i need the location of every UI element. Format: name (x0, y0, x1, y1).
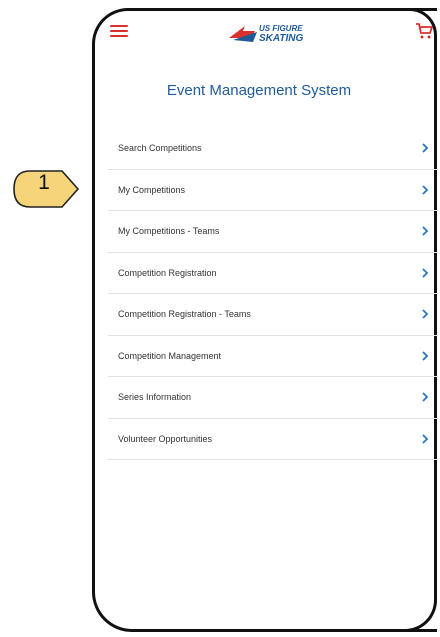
menu-item-competition-registration-teams[interactable]: Competition Registration - Teams (108, 294, 438, 336)
chevron-right-icon (422, 309, 429, 319)
page-title: Event Management System (166, 82, 352, 99)
annotation-number: 1 (38, 171, 50, 194)
logo-text-line1: US FIGURE (259, 24, 303, 33)
logo-text-line2: SKATING (259, 33, 303, 44)
menu-item-label: Competition Registration - Teams (118, 309, 251, 320)
hamburger-icon[interactable] (110, 22, 128, 38)
menu-item-label: My Competitions - Teams (118, 226, 220, 237)
cart-icon[interactable] (415, 22, 433, 40)
menu-item-series-information[interactable]: Series Information (108, 377, 438, 419)
chevron-right-icon (422, 351, 429, 361)
menu-item-competition-management[interactable]: Competition Management (108, 336, 438, 377)
chevron-right-icon (422, 268, 429, 278)
chevron-right-icon (422, 226, 429, 236)
menu-item-search-competitions[interactable]: Search Competitions (108, 128, 438, 170)
chevron-right-icon (422, 185, 429, 195)
menu-list: Search Competitions My Competitions My C… (108, 128, 438, 460)
menu-item-label: Search Competitions (118, 143, 202, 154)
menu-item-label: Competition Registration (118, 267, 217, 278)
menu-item-my-competitions-teams[interactable]: My Competitions - Teams (108, 211, 438, 253)
chevron-right-icon (422, 434, 429, 444)
menu-item-volunteer-opportunities[interactable]: Volunteer Opportunities (108, 419, 438, 460)
menu-item-competition-registration[interactable]: Competition Registration (108, 253, 438, 294)
chevron-right-icon (422, 143, 429, 153)
menu-item-label: Volunteer Opportunities (118, 433, 213, 444)
menu-item-label: Competition Management (118, 350, 222, 361)
menu-item-my-competitions[interactable]: My Competitions (108, 170, 438, 211)
top-bar: US FIGURE SKATING (110, 22, 438, 50)
us-figure-skating-logo[interactable]: US FIGURE SKATING (227, 22, 317, 44)
menu-item-label: My Competitions (118, 184, 186, 195)
menu-item-label: Series Information (118, 392, 192, 403)
chevron-right-icon (422, 392, 429, 402)
annotation-callout: 1 (10, 168, 80, 210)
